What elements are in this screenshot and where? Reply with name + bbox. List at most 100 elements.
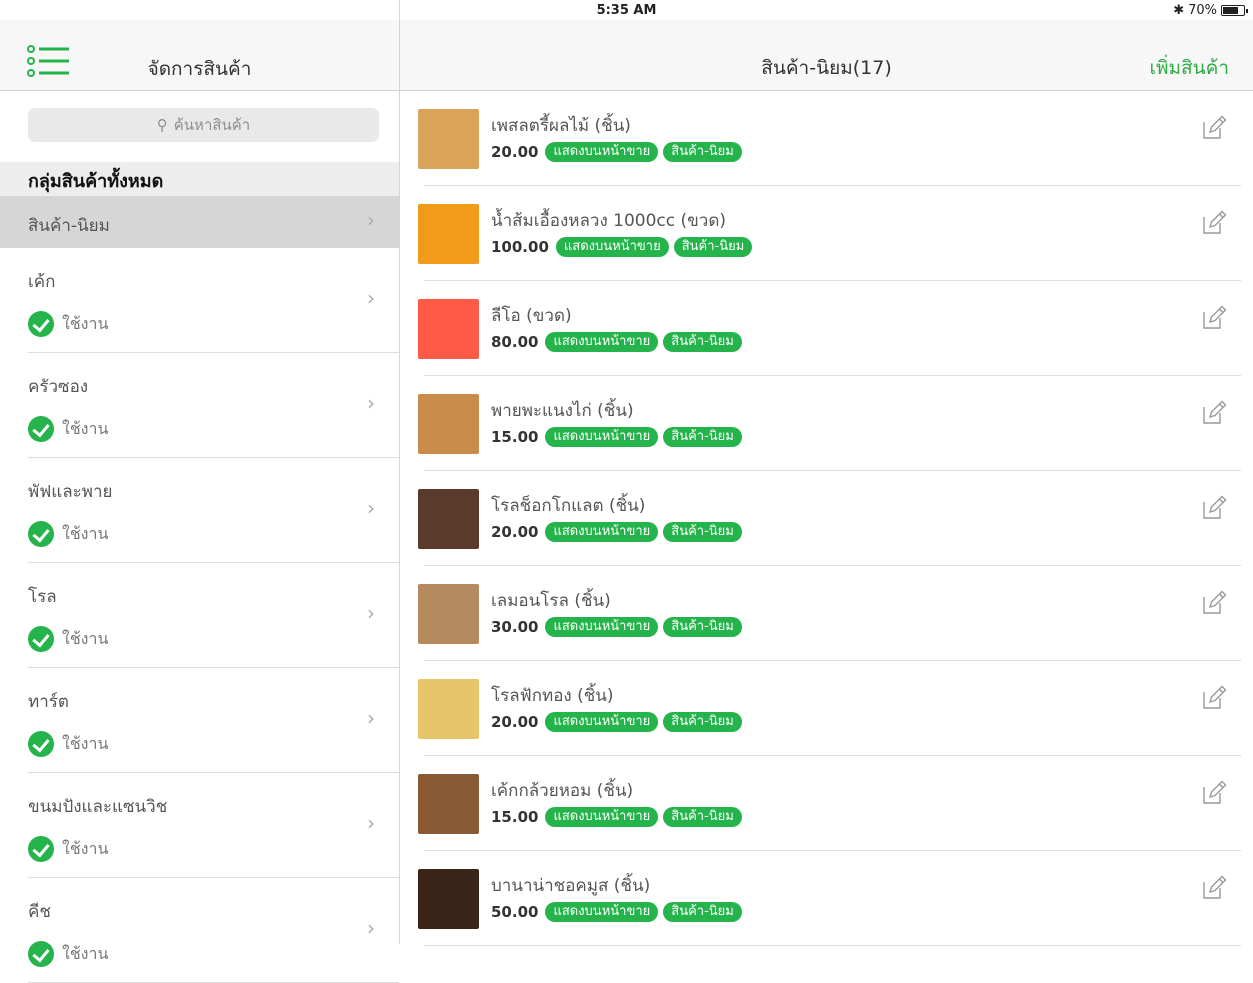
product-name: เค้กกล้วยหอม (ชิ้น)	[491, 781, 634, 801]
category-name: ขนมปังและแซนวิช	[28, 797, 168, 817]
sidebar-navbar: จัดการสินค้า	[0, 20, 399, 91]
category-name: พัฟและพาย	[28, 482, 113, 502]
product-row[interactable]: เค้กกล้วยหอม (ชิ้น) 15.00 แสดงบนหน้าขาย สิน…	[400, 756, 1253, 851]
search-icon: ⚲	[156, 116, 168, 134]
category-list: เค้ก ใช้งาน › ครัวซอง ใช้งาน › พัฟและพาย…	[0, 248, 399, 983]
check-circle-icon	[28, 521, 54, 547]
category-name: ครัวซอง	[28, 377, 89, 397]
category-item-selected[interactable]: สินค้า-นิยม ›	[0, 196, 399, 248]
edit-icon[interactable]	[1201, 875, 1227, 901]
category-item[interactable]: พัฟและพาย ใช้งาน ›	[28, 458, 399, 563]
category-status: ใช้งาน	[28, 521, 108, 547]
edit-icon[interactable]	[1201, 400, 1227, 426]
product-row[interactable]: ลีโอ (ขวด) 80.00 แสดงบนหน้าขาย สินค้า-นิยม	[400, 281, 1253, 376]
check-circle-icon	[28, 416, 54, 442]
product-meta: 20.00 แสดงบนหน้าขาย สินค้า-นิยม	[491, 712, 742, 732]
product-list: เพสลตรี้ผลไม้ (ชิ้น) 20.00 แสดงบนหน้าขาย สิ…	[400, 91, 1253, 946]
battery-percent: 70%	[1188, 3, 1217, 18]
chevron-right-icon: ›	[367, 706, 375, 730]
tag-show-on-sale: แสดงบนหน้าขาย	[545, 332, 659, 352]
product-row[interactable]: บานาน่าชอคมูส (ชิ้น) 50.00 แสดงบนหน้าขาย สิ…	[400, 851, 1253, 946]
product-meta: 20.00 แสดงบนหน้าขาย สินค้า-นิยม	[491, 142, 742, 162]
tag-group: สินค้า-นิยม	[663, 332, 742, 352]
category-item[interactable]: ครัวซอง ใช้งาน ›	[28, 353, 399, 458]
product-meta: 30.00 แสดงบนหน้าขาย สินค้า-นิยม	[491, 617, 742, 637]
edit-icon[interactable]	[1201, 780, 1227, 806]
product-row[interactable]: พายพะแนงไก่ (ชิ้น) 15.00 แสดงบนหน้าขาย สินค…	[400, 376, 1253, 471]
battery-icon	[1221, 5, 1248, 16]
chevron-right-icon: ›	[367, 496, 375, 520]
product-row[interactable]: เพสลตรี้ผลไม้ (ชิ้น) 20.00 แสดงบนหน้าขาย สิ…	[400, 91, 1253, 186]
edit-icon[interactable]	[1201, 685, 1227, 711]
tag-show-on-sale: แสดงบนหน้าขาย	[545, 902, 659, 922]
status-label: ใช้งาน	[62, 838, 109, 858]
product-price: 100.00	[491, 238, 549, 256]
category-item[interactable]: เค้ก ใช้งาน ›	[28, 248, 399, 353]
category-name: คีช	[28, 902, 51, 922]
chevron-right-icon: ›	[367, 208, 375, 232]
tag-group: สินค้า-นิยม	[663, 712, 742, 732]
product-price: 20.00	[491, 713, 539, 731]
check-circle-icon	[28, 626, 54, 652]
edit-icon[interactable]	[1201, 590, 1227, 616]
product-price: 80.00	[491, 333, 539, 351]
product-name: ลีโอ (ขวด)	[491, 306, 572, 326]
product-meta: 15.00 แสดงบนหน้าขาย สินค้า-นิยม	[491, 807, 742, 827]
edit-icon[interactable]	[1201, 495, 1227, 521]
product-meta: 100.00 แสดงบนหน้าขาย สินค้า-นิยม	[491, 237, 753, 257]
category-status: ใช้งาน	[28, 941, 108, 967]
category-status: ใช้งาน	[28, 731, 108, 757]
product-thumbnail	[418, 489, 479, 549]
category-status: ใช้งาน	[28, 626, 108, 652]
tag-group: สินค้า-นิยม	[663, 522, 742, 542]
status-label: ใช้งาน	[62, 628, 109, 648]
category-name: สินค้า-นิยม	[28, 216, 110, 236]
tag-group: สินค้า-นิยม	[673, 237, 753, 257]
product-thumbnail	[418, 584, 479, 644]
category-item[interactable]: ทาร์ต ใช้งาน ›	[28, 668, 399, 773]
page-title: สินค้า-นิยม(17)	[761, 57, 892, 79]
edit-icon[interactable]	[1201, 305, 1227, 331]
category-item[interactable]: คีช ใช้งาน ›	[28, 878, 399, 983]
product-price: 20.00	[491, 523, 539, 541]
product-price: 15.00	[491, 428, 539, 446]
product-meta: 80.00 แสดงบนหน้าขาย สินค้า-นิยม	[491, 332, 742, 352]
search-input[interactable]: ⚲ ค้นหาสินค้า	[28, 108, 379, 142]
product-name: บานาน่าชอคมูส (ชิ้น)	[491, 876, 651, 896]
menu-list-icon[interactable]	[27, 44, 71, 78]
chevron-right-icon: ›	[367, 601, 375, 625]
battery-status: ✱ 70%	[1173, 3, 1248, 18]
tag-show-on-sale: แสดงบนหน้าขาย	[555, 237, 669, 257]
product-row[interactable]: น้ำส้มเอื้องหลวง 1000cc (ขวด) 100.00 แสดงบ…	[400, 186, 1253, 281]
product-row[interactable]: เลมอนโรล (ชิ้น) 30.00 แสดงบนหน้าขาย สินค้า-…	[400, 566, 1253, 661]
product-row[interactable]: โรลฟักทอง (ชิ้น) 20.00 แสดงบนหน้าขาย สินค้า…	[400, 661, 1253, 756]
product-thumbnail	[418, 394, 479, 454]
category-item[interactable]: โรล ใช้งาน ›	[28, 563, 399, 668]
category-status: ใช้งาน	[28, 311, 108, 337]
tag-show-on-sale: แสดงบนหน้าขาย	[545, 142, 659, 162]
product-name: โรลช็อกโกแลต (ชิ้น)	[491, 496, 646, 516]
add-product-button[interactable]: เพิ่มสินค้า	[1149, 53, 1229, 83]
chevron-right-icon: ›	[367, 391, 375, 415]
check-circle-icon	[28, 836, 54, 862]
product-price: 20.00	[491, 143, 539, 161]
product-price: 50.00	[491, 903, 539, 921]
product-row[interactable]: โรลช็อกโกแลต (ชิ้น) 20.00 แสดงบนหน้าขาย สิน…	[400, 471, 1253, 566]
edit-icon[interactable]	[1201, 115, 1227, 141]
category-status: ใช้งาน	[28, 416, 108, 442]
product-name: เลมอนโรล (ชิ้น)	[491, 591, 611, 611]
bluetooth-icon: ✱	[1173, 3, 1185, 18]
product-name: พายพะแนงไก่ (ชิ้น)	[491, 401, 634, 421]
category-item[interactable]: ขนมปังและแซนวิช ใช้งาน ›	[28, 773, 399, 878]
product-thumbnail	[418, 109, 479, 169]
chevron-right-icon: ›	[367, 916, 375, 940]
category-name: โรล	[28, 587, 57, 607]
tag-show-on-sale: แสดงบนหน้าขาย	[545, 807, 659, 827]
check-circle-icon	[28, 941, 54, 967]
category-name: เค้ก	[28, 272, 56, 292]
edit-icon[interactable]	[1201, 210, 1227, 236]
status-label: ใช้งาน	[62, 418, 109, 438]
tag-group: สินค้า-นิยม	[663, 142, 742, 162]
category-status: ใช้งาน	[28, 836, 108, 862]
tag-group: สินค้า-นิยม	[663, 807, 742, 827]
